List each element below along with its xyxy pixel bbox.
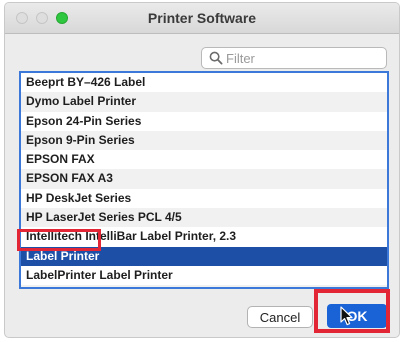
list-item[interactable]: LabelPrinter Label Printer — [21, 266, 387, 285]
printer-software-dialog: Printer Software Beeprt BY–426 LabelDymo… — [4, 2, 400, 338]
filter-input[interactable] — [226, 48, 376, 68]
printer-list[interactable]: Beeprt BY–426 Label Dymo Label Printer Eps… — [19, 71, 389, 289]
list-item[interactable]: Label Printer — [21, 246, 387, 266]
list-item[interactable]: Intellitech IntelliBar Label Printer, 2.… — [21, 227, 387, 246]
search-icon — [209, 51, 223, 65]
list-item[interactable]: Beeprt BY–426 Label — [21, 73, 387, 92]
list-item[interactable]: Epson 24-Pin Series — [21, 112, 387, 131]
list-item[interactable]: Oki 24-Pin Series — [21, 285, 387, 287]
list-item[interactable]: Dymo Label Printer — [21, 92, 387, 112]
cancel-button[interactable]: Cancel — [247, 306, 313, 328]
list-item[interactable]: HP DeskJet Series — [21, 189, 387, 208]
list-item[interactable]: EPSON FAX A3 — [21, 169, 387, 189]
list-item[interactable]: Epson 9-Pin Series — [21, 130, 387, 151]
ok-button[interactable]: OK — [327, 304, 387, 328]
filter-box[interactable] — [201, 47, 387, 69]
list-item[interactable]: HP LaserJet Series PCL 4/5 — [21, 208, 387, 228]
title-bar: Printer Software — [5, 3, 399, 34]
window-title: Printer Software — [147, 10, 257, 26]
list-item[interactable]: EPSON FAX — [21, 150, 387, 169]
